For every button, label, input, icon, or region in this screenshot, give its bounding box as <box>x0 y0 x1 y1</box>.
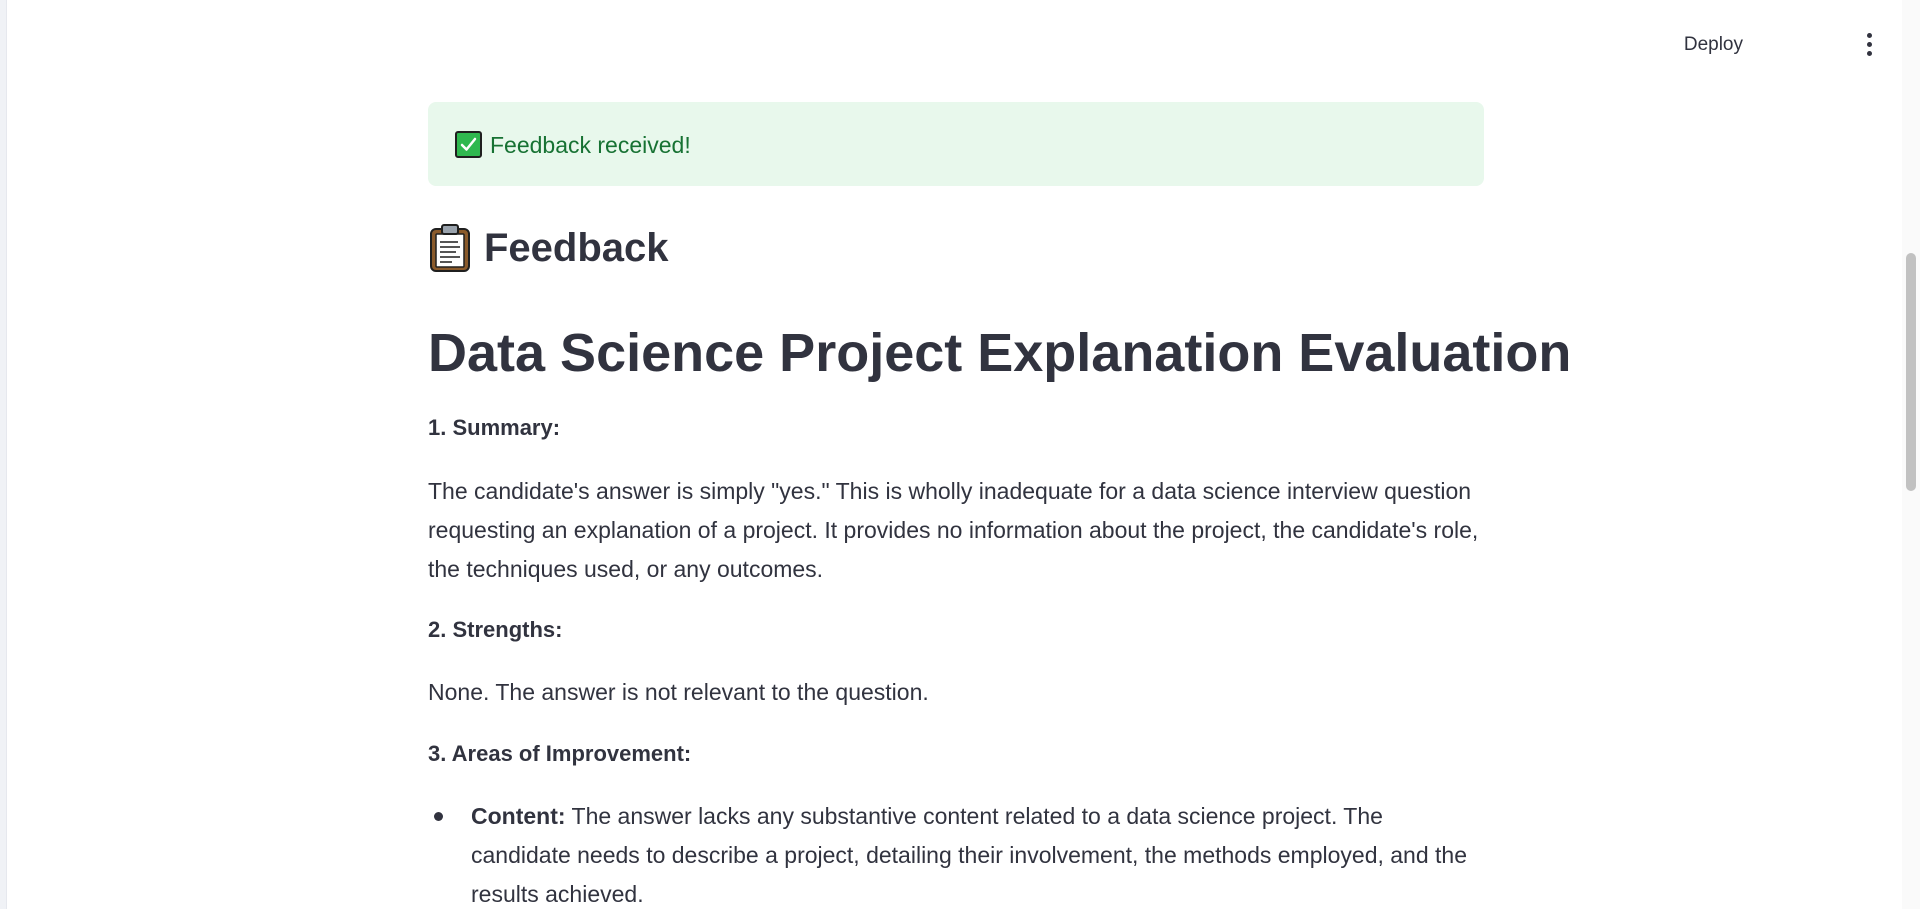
check-mark-icon <box>455 131 482 158</box>
report-title: Data Science Project Explanation Evaluat… <box>428 323 1572 383</box>
list-item: Content: The answer lacks any substantiv… <box>428 797 1484 914</box>
feedback-title: Feedback <box>484 225 669 270</box>
feedback-heading: Feedback <box>428 220 669 276</box>
sidebar-edge <box>0 0 7 909</box>
summary-heading: 1. Summary: <box>428 415 561 440</box>
app-frame: Deploy Feedback received! Feedback Data … <box>0 0 1920 909</box>
success-alert: Feedback received! <box>428 102 1484 186</box>
bullet-text: Content: The answer lacks any substantiv… <box>471 797 1484 914</box>
summary-text: The candidate's answer is simply "yes." … <box>428 478 1479 582</box>
clipboard-icon <box>428 224 472 272</box>
scrollbar-thumb[interactable] <box>1906 253 1916 491</box>
kebab-menu-icon[interactable] <box>1854 30 1884 60</box>
strengths-heading: 2. Strengths: <box>428 617 563 642</box>
top-header: Deploy <box>6 0 1920 90</box>
bullet-icon <box>434 812 443 821</box>
alert-text: Feedback received! <box>490 132 691 158</box>
bullet-body: The answer lacks any substantive content… <box>471 803 1468 907</box>
strengths-text: None. The answer is not relevant to the … <box>428 679 929 705</box>
deploy-button[interactable]: Deploy <box>1676 29 1751 61</box>
improvement-heading: 3. Areas of Improvement: <box>428 741 692 766</box>
scrollbar[interactable] <box>1902 0 1920 909</box>
bullet-label: Content: <box>471 803 566 829</box>
